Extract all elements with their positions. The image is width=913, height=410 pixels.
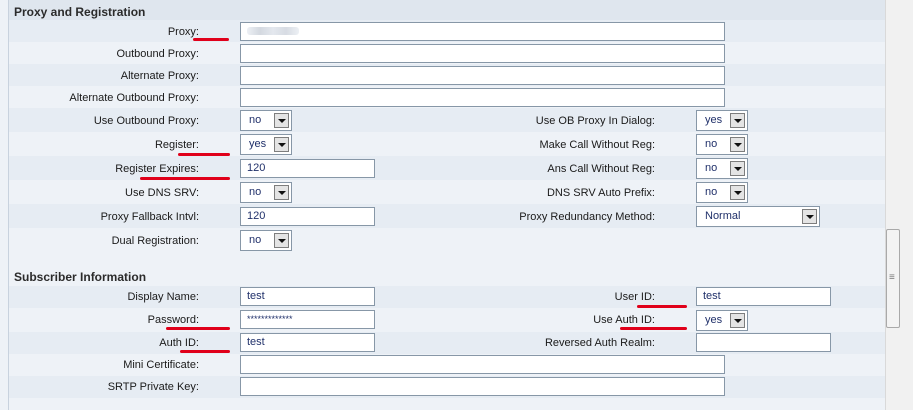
annotation-underline [637,305,687,308]
user-id-input[interactable]: test [696,287,831,306]
vertical-scrollbar[interactable] [885,0,913,410]
use-auth-id-select[interactable]: yes [696,310,748,331]
outbound-proxy-input[interactable] [240,44,725,63]
row-band [9,132,885,156]
dropdown-arrow-icon[interactable] [274,113,289,128]
select-value: no [705,162,718,174]
ans-call-without-reg-select[interactable]: no [696,158,748,179]
ans-call-without-reg-label: Ans Call Without Reg: [547,163,655,175]
reversed-auth-realm-label: Reversed Auth Realm: [544,337,655,349]
alternate-outbound-proxy-input[interactable] [240,88,725,107]
redacted-value [247,27,299,35]
section-title-proxy: Proxy and Registration [14,5,146,19]
register-expires-input[interactable]: 120 [240,159,375,178]
reversed-auth-realm-input[interactable] [696,333,831,352]
dropdown-arrow-icon[interactable] [730,161,745,176]
alternate-proxy-label: Alternate Proxy: [120,70,199,82]
alternate-proxy-input[interactable] [240,66,725,85]
dropdown-arrow-icon[interactable] [274,137,289,152]
register-label: Register: [154,139,199,151]
select-value: Normal [705,210,741,222]
select-value: no [705,186,718,198]
annotation-underline [180,350,230,353]
make-call-without-reg-select[interactable]: no [696,134,748,155]
select-value: yes [705,314,723,326]
use-dns-srv-label: Use DNS SRV: [125,187,199,199]
display-name-input[interactable]: test [240,287,375,306]
select-value: yes [705,114,723,126]
row-band [9,308,885,332]
dropdown-arrow-icon[interactable] [730,113,745,128]
proxy-fallback-intvl-label: Proxy Fallback Intvl: [100,211,199,223]
use-outbound-proxy-label: Use Outbound Proxy: [93,115,199,127]
row-band [9,398,885,410]
outbound-proxy-label: Outbound Proxy: [116,48,199,60]
dropdown-arrow-icon[interactable] [274,185,289,200]
annotation-underline [193,38,229,41]
annotation-underline [178,153,230,156]
password-input[interactable]: ************* [240,310,375,329]
settings-page: Proxy and Registration Proxy: Outbound P… [0,0,885,410]
dropdown-arrow-icon[interactable] [730,313,745,328]
make-call-without-reg-label: Make Call Without Reg: [539,139,655,151]
dropdown-arrow-icon[interactable] [730,185,745,200]
password-label: Password: [147,314,199,326]
select-value: no [249,186,262,198]
annotation-underline [140,177,230,180]
use-auth-id-label: Use Auth ID: [593,314,655,326]
register-expires-label: Register Expires: [115,163,199,175]
dual-registration-select[interactable]: no [240,230,292,251]
dropdown-arrow-icon[interactable] [274,233,289,248]
alternate-outbound-proxy-label: Alternate Outbound Proxy: [69,92,199,104]
user-id-label: User ID: [614,291,655,303]
dropdown-arrow-icon[interactable] [802,209,817,224]
auth-id-input[interactable]: test [240,333,375,352]
dropdown-arrow-icon[interactable] [730,137,745,152]
dns-srv-auto-prefix-label: DNS SRV Auto Prefix: [546,187,655,199]
display-name-label: Display Name: [127,291,199,303]
proxy-input[interactable] [240,22,725,41]
use-outbound-proxy-select[interactable]: no [240,110,292,131]
use-ob-proxy-in-dialog-select[interactable]: yes [696,110,748,131]
proxy-redundancy-method-label: Proxy Redundancy Method: [519,211,655,223]
section-title-subscriber: Subscriber Information [14,270,147,284]
srtp-private-key-label: SRTP Private Key: [107,381,199,393]
select-value: no [705,138,718,150]
register-select[interactable]: yes [240,134,292,155]
annotation-underline [620,327,687,330]
mini-certificate-input[interactable] [240,355,725,374]
use-ob-proxy-in-dialog-label: Use OB Proxy In Dialog: [535,115,655,127]
dual-registration-label: Dual Registration: [111,235,199,247]
grip-icon: ≡ [889,272,895,283]
select-value: no [249,234,262,246]
use-dns-srv-select[interactable]: no [240,182,292,203]
dns-srv-auto-prefix-select[interactable]: no [696,182,748,203]
proxy-fallback-intvl-input[interactable]: 120 [240,207,375,226]
annotation-underline [166,327,230,330]
select-value: yes [249,138,267,150]
proxy-label: Proxy: [167,26,199,38]
auth-id-label: Auth ID: [159,337,199,349]
mini-certificate-label: Mini Certificate: [123,359,199,371]
srtp-private-key-input[interactable] [240,377,725,396]
select-value: no [249,114,262,126]
proxy-redundancy-method-select[interactable]: Normal [696,206,820,227]
